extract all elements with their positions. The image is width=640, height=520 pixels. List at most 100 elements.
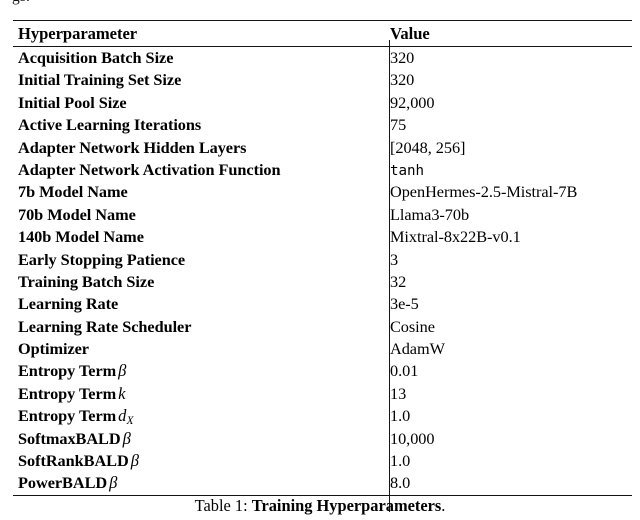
row-value-label: 10,000 bbox=[390, 428, 435, 448]
row-value-label: 3 bbox=[390, 249, 399, 269]
table-row: Learning Rate Scheduler Cosine bbox=[13, 316, 632, 338]
row-value: 8.0 bbox=[376, 472, 632, 494]
row-key: 7b Model Name bbox=[13, 181, 376, 203]
table-row: Initial Training Set Size 320 bbox=[13, 69, 632, 91]
row-key-label: Early Stopping Patience bbox=[18, 249, 186, 269]
row-value: 3e-5 bbox=[376, 293, 632, 315]
row-key-label: Learning Rate bbox=[18, 294, 119, 314]
row-key: Active Learning Iterations bbox=[13, 114, 376, 136]
row-key: Optimizer bbox=[13, 338, 376, 360]
row-key-label: Adapter Network Activation Function bbox=[18, 159, 281, 179]
table-row: Training Batch Size 32 bbox=[13, 271, 632, 293]
table-column-divider bbox=[389, 40, 390, 512]
row-value-label: [2048, 256] bbox=[390, 137, 466, 157]
row-key-label: Entropy Term bbox=[18, 383, 117, 403]
row-value: 13 bbox=[376, 383, 632, 405]
column-header-value: Value bbox=[390, 24, 430, 43]
row-key-label: SoftmaxBALD bbox=[18, 428, 121, 448]
caption-label: Table 1: bbox=[194, 496, 252, 515]
row-key-label: Entropy Term bbox=[18, 361, 117, 381]
row-value: [2048, 256] bbox=[376, 137, 632, 159]
row-key-symbol-base: β bbox=[118, 361, 127, 381]
table-row: 140b Model Name Mixtral-8x22B-v0.1 bbox=[13, 226, 632, 248]
row-value-label: tanh bbox=[390, 162, 424, 179]
table-row: Early Stopping Patience 3 bbox=[13, 249, 632, 271]
row-key: Initial Training Set Size bbox=[13, 69, 376, 91]
caption-period: . bbox=[441, 496, 446, 515]
row-key-label: Optimizer bbox=[18, 339, 89, 359]
row-value-label: 1.0 bbox=[390, 451, 411, 471]
row-value-label: Llama3-70b bbox=[390, 204, 470, 224]
table-row: Adapter Network Hidden Layers [2048, 256] bbox=[13, 137, 632, 159]
row-value-label: 0.01 bbox=[390, 361, 419, 381]
row-value-label: 32 bbox=[390, 271, 407, 291]
row-value-label: OpenHermes-2.5-Mistral-7B bbox=[390, 182, 578, 202]
row-key: Training Batch Size bbox=[13, 271, 376, 293]
row-value: AdamW bbox=[376, 338, 632, 360]
row-value-label: 92,000 bbox=[390, 92, 435, 112]
page-bleed-text: gs. bbox=[12, 0, 30, 6]
row-value: 92,000 bbox=[376, 92, 632, 114]
table-row: Entropy Term dX 1.0 bbox=[13, 405, 632, 427]
row-key-label: Active Learning Iterations bbox=[18, 115, 202, 135]
row-key-label: 140b Model Name bbox=[18, 227, 144, 247]
row-key-symbol: β bbox=[107, 473, 117, 492]
row-key: 140b Model Name bbox=[13, 226, 376, 248]
row-value-label: Cosine bbox=[390, 316, 435, 336]
row-value: 32 bbox=[376, 271, 632, 293]
row-value: 10,000 bbox=[376, 428, 632, 450]
row-value: 75 bbox=[376, 114, 632, 136]
row-key-symbol: dX bbox=[116, 406, 134, 427]
row-key-label: Entropy Term bbox=[18, 406, 117, 426]
row-value-label: 75 bbox=[390, 115, 407, 135]
row-key-symbol-base: β bbox=[109, 473, 118, 493]
row-value-label: 320 bbox=[390, 70, 415, 90]
row-key-symbol: β bbox=[121, 429, 131, 448]
row-key: SoftmaxBALD β bbox=[13, 428, 376, 450]
row-key: Early Stopping Patience bbox=[13, 249, 376, 271]
row-value: 1.0 bbox=[376, 450, 632, 472]
row-key-symbol: k bbox=[116, 384, 125, 403]
table-row: Learning Rate 3e-5 bbox=[13, 293, 632, 315]
table-row: PowerBALD β 8.0 bbox=[13, 472, 632, 494]
row-value: Cosine bbox=[376, 316, 632, 338]
row-key-label: Initial Training Set Size bbox=[18, 70, 182, 90]
hyperparameters-table: Hyperparameter Value Acquisition Batch S… bbox=[13, 20, 632, 512]
table-row: 70b Model Name Llama3-70b bbox=[13, 204, 632, 226]
row-key-symbol-base: β bbox=[122, 428, 131, 448]
row-key-label: Initial Pool Size bbox=[18, 92, 127, 112]
caption-title: Training Hyperparameters bbox=[251, 496, 442, 515]
row-value-label: Mixtral-8x22B-v0.1 bbox=[390, 227, 521, 247]
table-caption: Table 1: Training Hyperparameters. bbox=[0, 495, 640, 516]
column-header-hyperparameter: Hyperparameter bbox=[18, 24, 138, 43]
row-key-symbol: β bbox=[116, 361, 126, 380]
row-value-label: 3e-5 bbox=[390, 294, 419, 314]
row-key-label: Acquisition Batch Size bbox=[18, 48, 174, 67]
row-value: 320 bbox=[376, 47, 632, 69]
row-key: 70b Model Name bbox=[13, 204, 376, 226]
table-row: Active Learning Iterations 75 bbox=[13, 114, 632, 136]
row-value: Mixtral-8x22B-v0.1 bbox=[376, 226, 632, 248]
row-key-label: 7b Model Name bbox=[18, 182, 128, 202]
row-value-label: 13 bbox=[390, 383, 407, 403]
table-body: Acquisition Batch Size 320 Initial Trainin… bbox=[13, 47, 632, 495]
row-key: Entropy Term β bbox=[13, 360, 376, 382]
row-key: Adapter Network Hidden Layers bbox=[13, 137, 376, 159]
row-key-label: PowerBALD bbox=[18, 473, 108, 493]
table-row: Entropy Term k 13 bbox=[13, 383, 632, 405]
table-row: SoftRankBALD β 1.0 bbox=[13, 450, 632, 472]
table-row: 7b Model Name OpenHermes-2.5-Mistral-7B bbox=[13, 181, 632, 203]
row-key-label: Learning Rate Scheduler bbox=[18, 316, 192, 336]
row-key: Learning Rate Scheduler bbox=[13, 316, 376, 338]
row-key-label: Training Batch Size bbox=[18, 271, 155, 291]
table-row: Adapter Network Activation Function tanh bbox=[13, 159, 632, 181]
row-key-symbol-subscript: X bbox=[126, 414, 134, 427]
row-key-label: SoftRankBALD bbox=[18, 451, 129, 471]
table-header-row: Hyperparameter Value bbox=[13, 21, 632, 46]
row-value: tanh bbox=[376, 159, 632, 182]
row-key: PowerBALD β bbox=[13, 472, 376, 494]
row-key-symbol: β bbox=[129, 451, 139, 470]
row-value: 1.0 bbox=[376, 405, 632, 427]
paper-page: gs. Hyperparameter Value Acquisition Bat… bbox=[0, 0, 640, 520]
row-key: Initial Pool Size bbox=[13, 92, 376, 114]
